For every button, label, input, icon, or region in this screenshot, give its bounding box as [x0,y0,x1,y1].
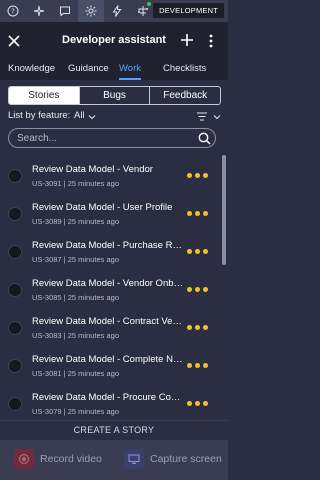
tab-checklists[interactable]: Checklists [163,63,206,80]
list-item[interactable]: Review Data Model - Complete NDA US-3081… [0,345,222,383]
item-type-segmented-control: Stories Bugs Feedback [8,86,221,105]
top-toolbar: ? DEVELOPMENT [0,0,228,22]
record-video-button[interactable]: Record video [14,448,102,470]
item-title: Review Data Model - Procure Comm... [32,392,184,403]
item-title: Review Data Model - Complete NDA [32,354,184,365]
svg-text:?: ? [11,8,15,16]
search-icon[interactable] [198,132,211,145]
item-title: Review Data Model - Vendor Onboar... [32,278,184,289]
tab-work[interactable]: Work [119,63,141,80]
list-item[interactable]: Review Data Model - Purchase Requ... US-… [0,231,222,269]
segment-stories[interactable]: Stories [9,87,80,104]
create-story-button[interactable]: CREATE A STORY [0,420,228,438]
record-icon [14,449,34,469]
item-actions-icon[interactable] [187,401,208,406]
help-icon[interactable]: ? [0,0,26,22]
more-options-icon[interactable] [207,33,215,49]
item-meta: US-3089 | 25 minutes ago [32,217,120,226]
item-title: Review Data Model - Purchase Requ... [32,240,184,251]
item-actions-icon[interactable] [187,287,208,292]
tab-knowledge[interactable]: Knowledge [8,63,55,80]
settings-spark-icon[interactable] [78,0,104,22]
list-scrollbar[interactable] [222,155,226,265]
item-actions-icon[interactable] [187,325,208,330]
panel-header: Developer assistant [0,22,228,60]
status-dot-icon [147,2,151,6]
item-actions-icon[interactable] [187,211,208,216]
list-item[interactable]: Review Data Model - Contract Vendor US-3… [0,307,222,345]
item-meta: US-3079 | 25 minutes ago [32,407,120,416]
sparkle-icon[interactable] [26,0,52,22]
environment-badge: DEVELOPMENT [153,3,224,18]
item-meta: US-3085 | 25 minutes ago [32,293,120,302]
status-circle-icon [8,283,22,297]
monitor-icon [124,449,144,469]
record-video-label: Record video [40,453,102,465]
item-meta: US-3081 | 25 minutes ago [32,369,120,378]
capture-screen-button[interactable]: Capture screen [124,448,222,470]
item-meta: US-3083 | 25 minutes ago [32,331,120,340]
chat-icon[interactable] [52,0,78,22]
segment-bugs[interactable]: Bugs [80,87,151,104]
lightning-icon[interactable] [104,0,130,22]
search-box [8,128,216,148]
item-title: Review Data Model - Contract Vendor [32,316,184,327]
status-circle-icon [8,397,22,411]
item-title: Review Data Model - Vendor [32,164,153,175]
feature-filter-row: List by feature: All [8,110,222,124]
list-item[interactable]: Review Data Model - User Profile US-3089… [0,193,222,231]
item-meta: US-3087 | 25 minutes ago [32,255,120,264]
add-icon[interactable] [180,33,194,47]
capture-bar: Record video Capture screen [0,440,228,480]
feature-filter-select[interactable]: All [74,110,85,121]
list-item[interactable]: Review Data Model - Procure Comm... US-3… [0,383,222,418]
status-circle-icon [8,169,22,183]
item-meta: US-3091 | 25 minutes ago [32,179,120,188]
sort-list-icon[interactable] [197,112,207,121]
filter-label: List by feature: [8,110,71,121]
status-circle-icon [8,207,22,221]
capture-screen-label: Capture screen [150,453,222,465]
item-actions-icon[interactable] [187,249,208,254]
sort-chevron-down-icon[interactable] [213,113,221,121]
segment-feedback[interactable]: Feedback [150,87,220,104]
status-circle-icon [8,245,22,259]
story-list: Review Data Model - Vendor US-3091 | 25 … [0,155,222,418]
status-circle-icon [8,321,22,335]
tab-bar: Knowledge Guidance Work Checklists [0,60,228,80]
search-input[interactable] [17,131,187,145]
status-circle-icon [8,359,22,373]
item-actions-icon[interactable] [187,363,208,368]
chevron-down-icon[interactable] [88,113,96,121]
item-actions-icon[interactable] [187,173,208,178]
list-item[interactable]: Review Data Model - Vendor US-3091 | 25 … [0,155,222,193]
network-icon[interactable] [130,0,156,22]
tab-guidance[interactable]: Guidance [68,63,109,80]
item-title: Review Data Model - User Profile [32,202,173,213]
list-item[interactable]: Review Data Model - Vendor Onboar... US-… [0,269,222,307]
